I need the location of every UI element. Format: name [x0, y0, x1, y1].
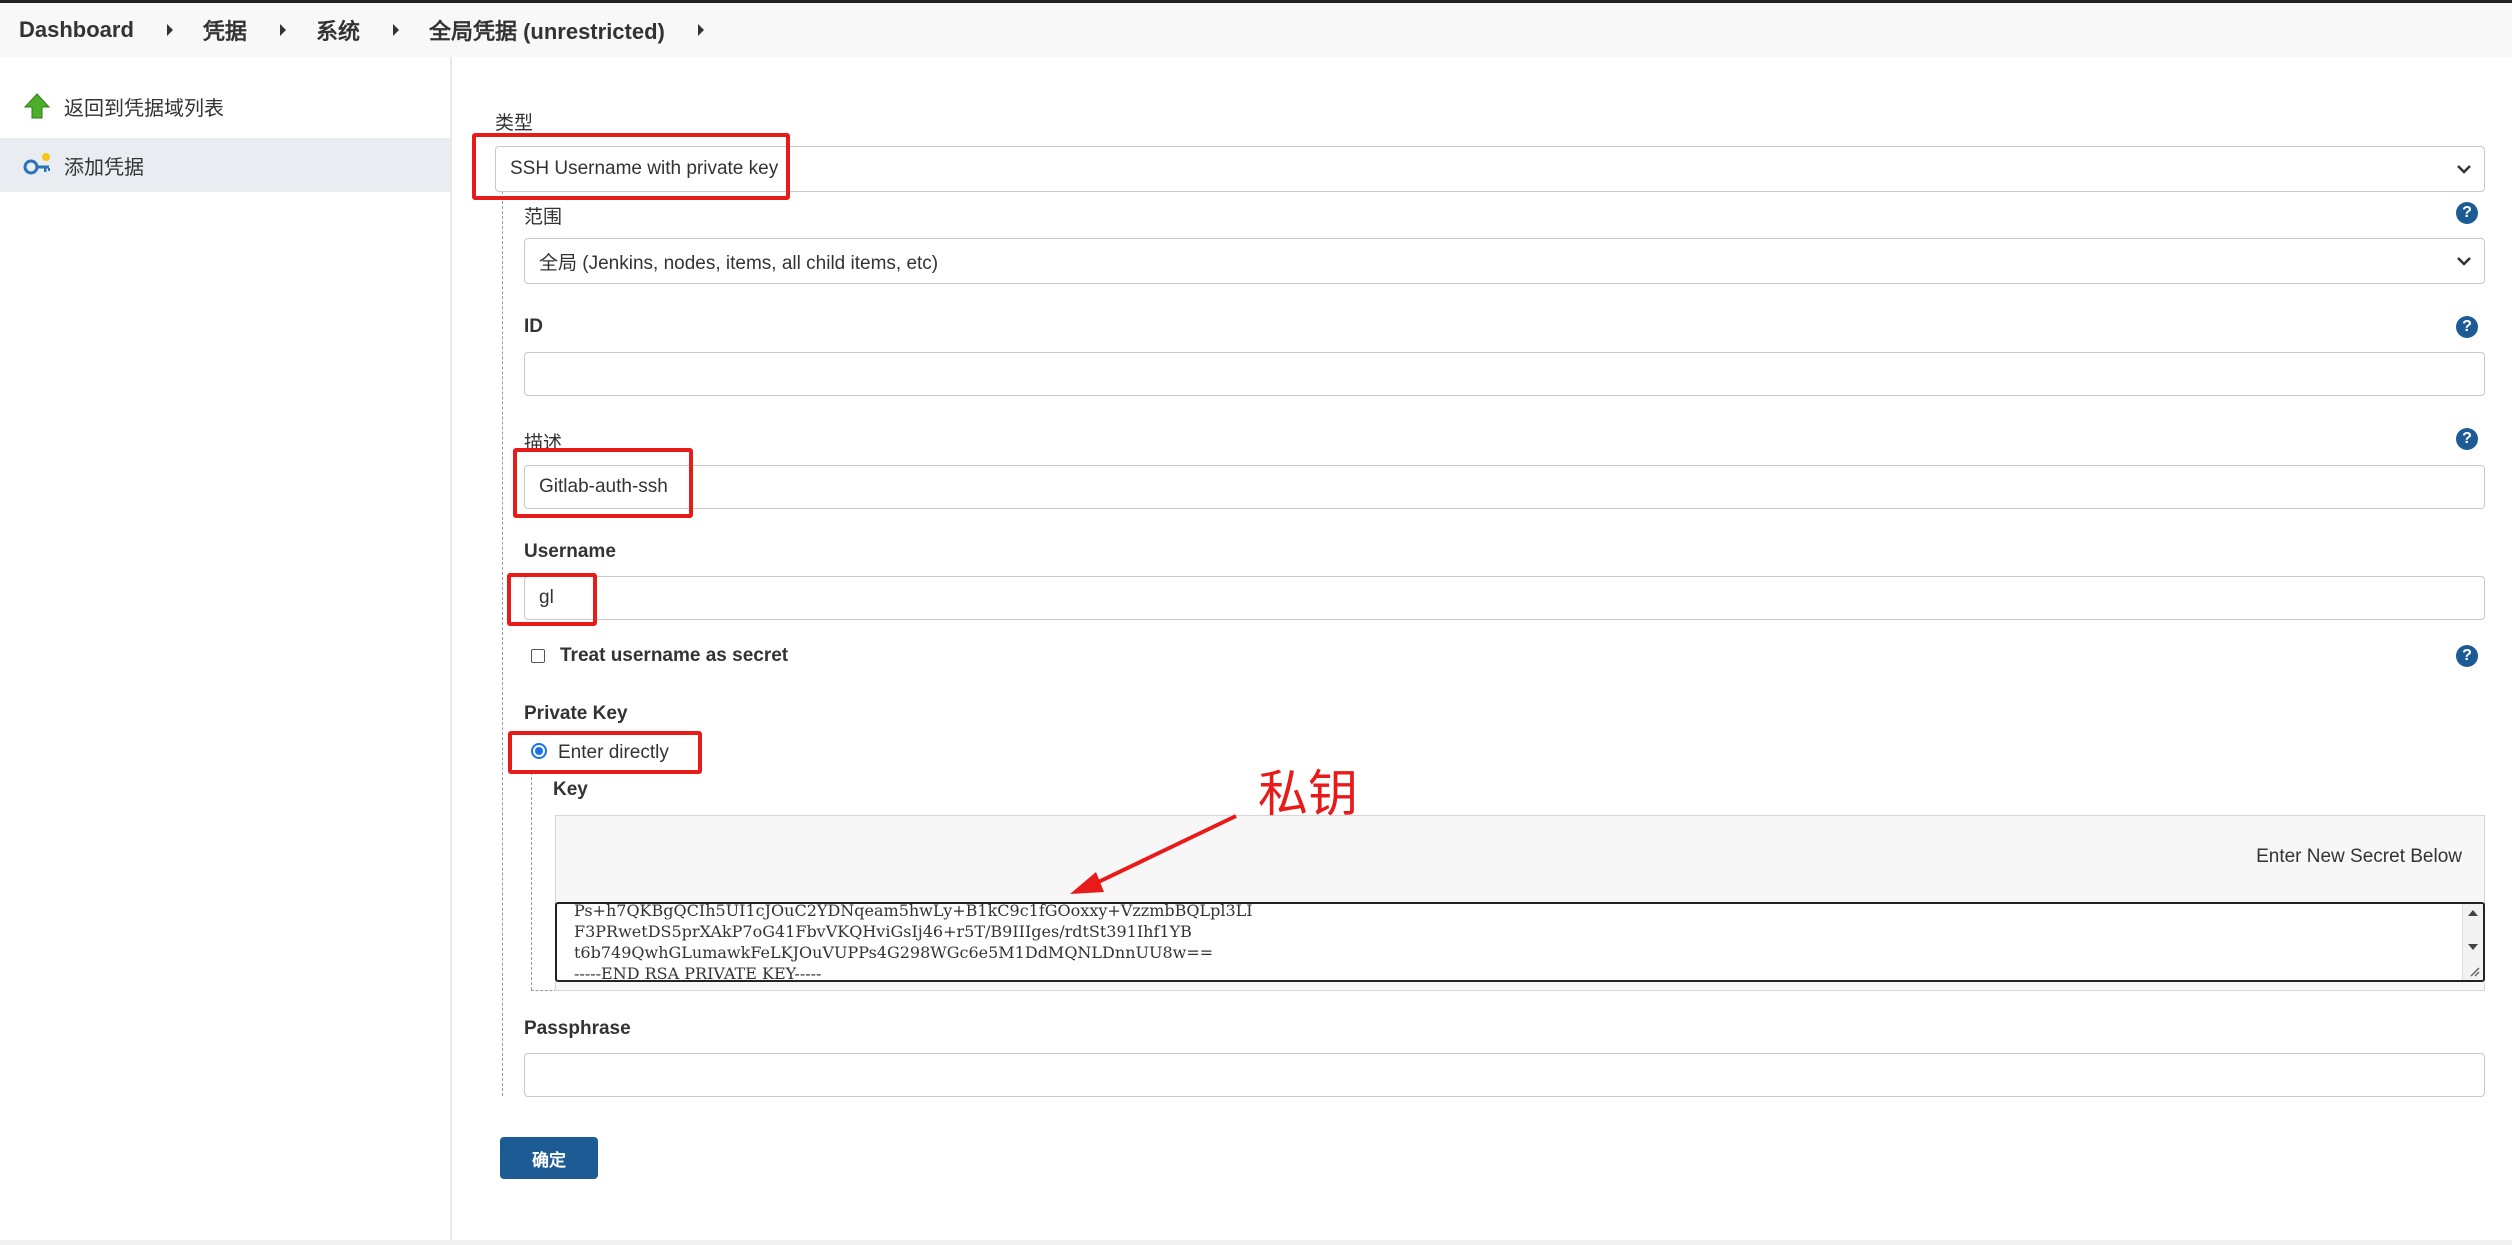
breadcrumb-dropdown-icon[interactable]	[697, 24, 704, 36]
chevron-down-icon	[2456, 158, 2472, 180]
breadcrumb-system[interactable]: 系统	[316, 14, 360, 46]
breadcrumb: Dashboard 凭据 系统 全局凭据 (unrestricted)	[0, 3, 2512, 57]
private-key-label: Private Key	[524, 703, 628, 724]
id-help-icon[interactable]: ?	[2456, 316, 2478, 338]
kind-label: 类型	[495, 113, 534, 134]
key-text-line: -----END RSA PRIVATE KEY-----	[574, 964, 822, 982]
description-label: 描述	[524, 433, 563, 454]
treat-username-secret-label: Treat username as secret	[560, 645, 789, 666]
textarea-scrollbar[interactable]	[2462, 904, 2483, 980]
sidebar-item-label: 添加凭据	[64, 156, 144, 179]
sidebar: 返回到凭据域列表 添加凭据	[0, 57, 452, 1245]
chevron-down-icon	[2456, 250, 2472, 272]
breadcrumb-separator-icon	[166, 24, 173, 36]
up-arrow-icon	[22, 91, 52, 121]
passphrase-label: Passphrase	[524, 1018, 631, 1039]
enter-directly-label: Enter directly	[558, 742, 669, 763]
username-label: Username	[524, 541, 616, 562]
annotation-label: 私钥	[1258, 765, 1358, 823]
footer-strip	[0, 1240, 2512, 1245]
breadcrumb-separator-icon	[392, 24, 399, 36]
breadcrumb-dashboard[interactable]: Dashboard	[19, 17, 134, 43]
sidebar-item-back-to-domains[interactable]: 返回到凭据域列表	[0, 79, 450, 133]
scope-label: 范围	[524, 207, 563, 228]
treat-secret-help-icon[interactable]: ?	[2456, 645, 2478, 667]
confirm-button[interactable]: 确定	[500, 1137, 598, 1179]
key-panel: Enter New Secret Below Ps+h7QKBgQCIh5UI1…	[555, 815, 2485, 991]
sidebar-item-add-credentials[interactable]: 添加凭据	[0, 138, 450, 192]
key-label: Key	[553, 779, 588, 800]
form-guide-line	[531, 990, 557, 991]
annotation-arrow-icon	[1070, 814, 1237, 894]
enter-secret-label: Enter New Secret Below	[2256, 846, 2462, 867]
treat-username-secret-checkbox[interactable]	[531, 649, 545, 663]
id-input[interactable]	[524, 352, 2485, 396]
breadcrumb-global-credentials[interactable]: 全局凭据 (unrestricted)	[429, 14, 665, 46]
key-icon	[22, 150, 52, 180]
kind-select[interactable]: SSH Username with private key	[495, 146, 2485, 192]
scope-select-value: 全局 (Jenkins, nodes, items, all child ite…	[539, 252, 939, 274]
key-text-line: t6b749QwhGLumawkFeLKJOuVUPPs4G298WGc6e5M…	[574, 943, 1214, 962]
scroll-arrows-icon	[2468, 910, 2480, 977]
form-guide-line	[531, 772, 532, 990]
key-text-line: Ps+h7QKBgQCIh5UI1cJOuC2YDNqeam5hwLy+B1kC…	[574, 902, 1253, 920]
description-input[interactable]: Gitlab-auth-ssh	[524, 465, 2485, 509]
form-guide-line	[502, 186, 503, 1096]
key-text-line: F3PRwetDS5prXAkP7oG41FbvVKQHviGsIj46+r5T…	[574, 922, 1192, 941]
username-input[interactable]: gl	[524, 576, 2485, 620]
scope-help-icon[interactable]: ?	[2456, 202, 2478, 224]
kind-select-value: SSH Username with private key	[510, 158, 779, 179]
id-label: ID	[524, 316, 543, 337]
breadcrumb-credentials[interactable]: 凭据	[203, 14, 247, 46]
description-help-icon[interactable]: ?	[2456, 428, 2478, 450]
sidebar-item-label: 返回到凭据域列表	[64, 97, 224, 120]
passphrase-input[interactable]	[524, 1053, 2485, 1097]
enter-directly-radio[interactable]	[531, 743, 547, 759]
breadcrumb-separator-icon	[279, 24, 286, 36]
scope-select[interactable]: 全局 (Jenkins, nodes, items, all child ite…	[524, 238, 2485, 284]
private-key-textarea[interactable]: Ps+h7QKBgQCIh5UI1cJOuC2YDNqeam5hwLy+B1kC…	[555, 902, 2485, 982]
